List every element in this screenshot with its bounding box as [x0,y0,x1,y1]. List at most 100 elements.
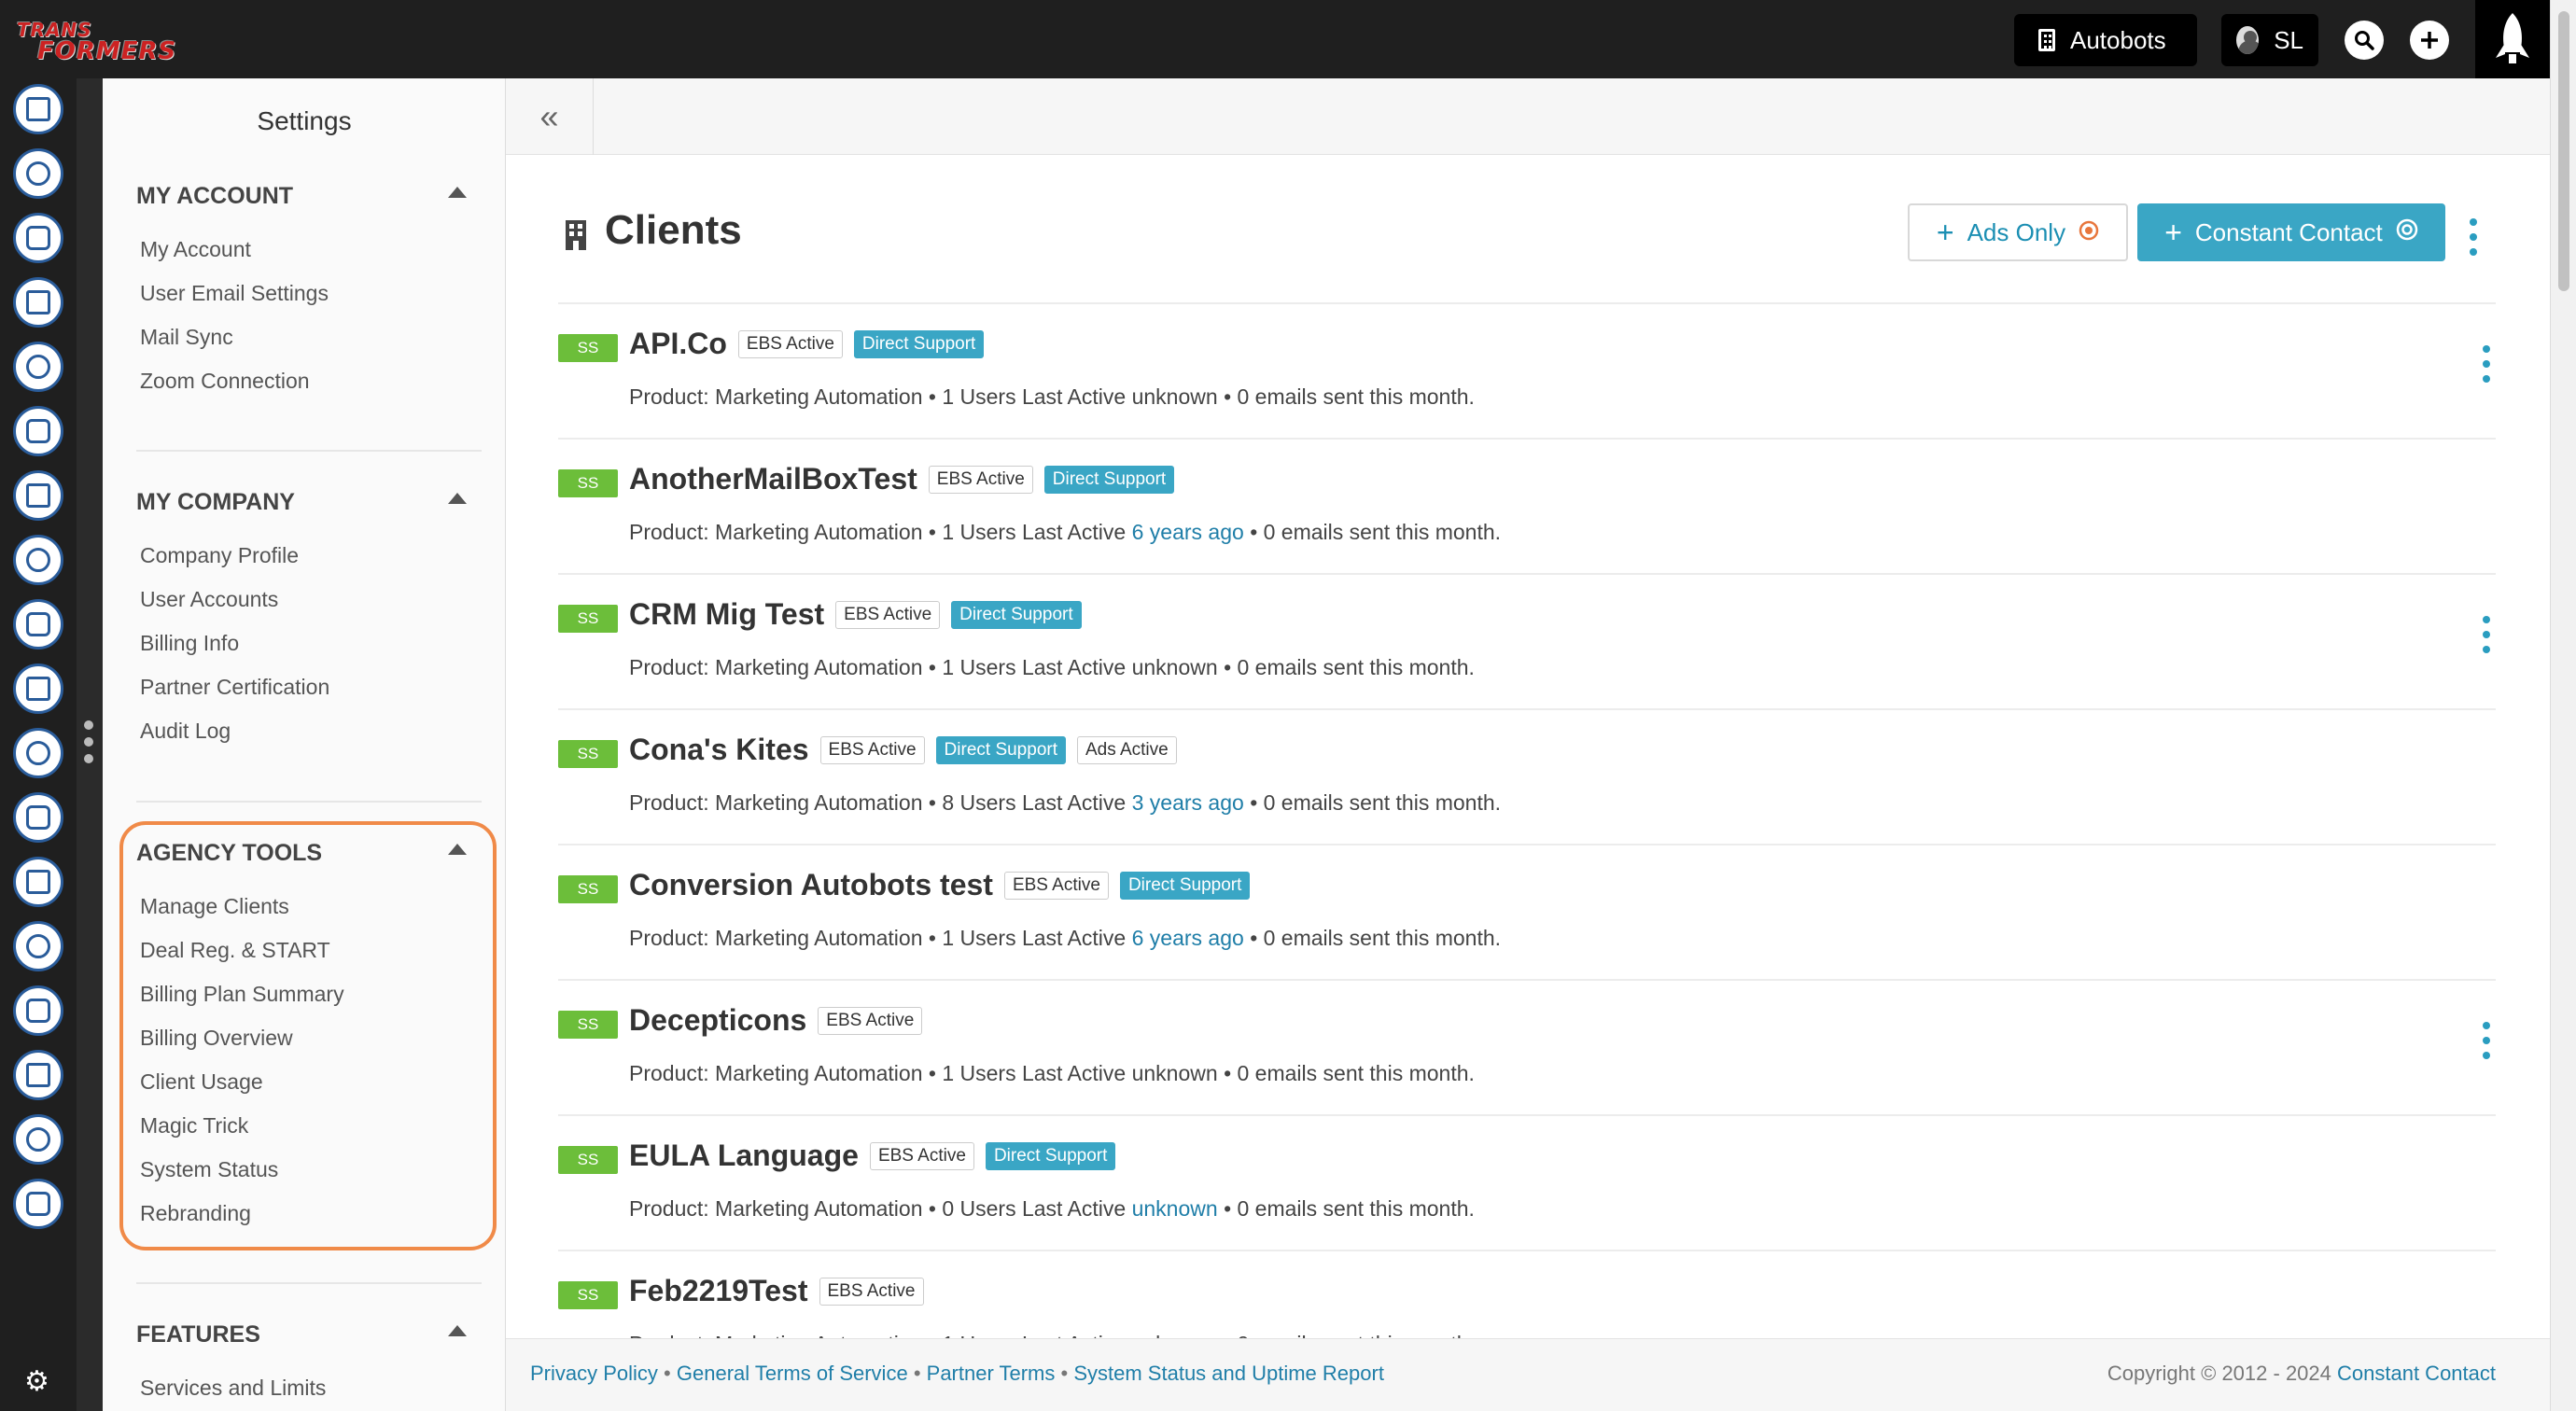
contacts-icon[interactable] [13,84,63,134]
system-status-link[interactable]: System Status and Uptime Report [1073,1362,1384,1385]
sidebar-resize-handle[interactable] [77,78,103,1411]
link-user-accounts[interactable]: User Accounts [140,587,278,612]
terms-of-service-link[interactable]: General Terms of Service [677,1362,908,1385]
calendar-icon[interactable] [13,792,63,843]
collapse-sidebar-icon[interactable]: « [506,78,594,155]
link-magic-trick[interactable]: Magic Trick [140,1113,248,1139]
client-row[interactable]: SS EULA Language EBS Active Direct Support P… [558,1114,2496,1250]
link-mail-sync[interactable]: Mail Sync [140,325,233,350]
client-name-link[interactable]: EULA Language [629,1139,859,1173]
section-features-heading[interactable]: FEATURES [136,1321,260,1348]
client-name-link[interactable]: Decepticons [629,1003,806,1038]
footer-separator: • [664,1362,671,1385]
privacy-policy-link[interactable]: Privacy Policy [530,1362,658,1385]
client-row[interactable]: SS CRM Mig Test EBS Active Direct Support Pr… [558,573,2496,708]
collapse-caret-icon[interactable] [448,187,467,198]
bar-chart-icon[interactable] [13,1114,63,1165]
row-actions-kebab-icon[interactable] [2481,345,2492,383]
client-row[interactable]: SS API.Co EBS Active Direct Support Product:… [558,302,2496,438]
collapse-caret-icon[interactable] [448,493,467,504]
last-active-value[interactable]: unknown [1132,1196,1218,1221]
client-meta-prefix: Product: Marketing Automation • 8 Users … [629,790,1127,815]
user-star-icon-glyph [26,1063,50,1087]
transformers-logo[interactable]: TRANS FORMERS [17,19,190,65]
last-active-value[interactable]: 3 years ago [1132,790,1244,815]
link-deal-reg-start[interactable]: Deal Reg. & START [140,938,330,963]
client-name-link[interactable]: Feb2219Test [629,1274,808,1308]
search-icon[interactable] [2345,21,2384,60]
link-billing-plan-summary[interactable]: Billing Plan Summary [140,982,344,1007]
last-active-value: unknown [1131,655,1218,679]
section-agency-tools-heading[interactable]: AGENCY TOOLS [136,840,322,867]
collapse-caret-icon[interactable] [448,1325,467,1336]
footer-separator: • [913,1362,921,1385]
image-icon[interactable] [13,728,63,778]
launch-rocket-icon[interactable] [2475,0,2550,78]
headset-icon[interactable] [13,985,63,1036]
client-row[interactable]: SS Conversion Autobots test EBS Active Dire… [558,844,2496,979]
link-audit-log[interactable]: Audit Log [140,719,231,744]
section-my-company-heading[interactable]: MY COMPANY [136,489,295,516]
megaphone-icon[interactable] [13,470,63,521]
email-icon[interactable] [13,148,63,199]
client-row[interactable]: SS AnotherMailBoxTest EBS Active Direct Sup… [558,438,2496,573]
footer-separator: • [1060,1362,1069,1385]
logo-line-2: FORMERS [37,37,177,65]
link-billing-info[interactable]: Billing Info [140,631,239,656]
gear-icon[interactable]: ⚙ [24,1365,49,1398]
tv-icon[interactable] [13,664,63,714]
client-meta-suffix: • 0 emails sent this month. [1250,520,1502,544]
client-name-link[interactable]: AnotherMailBoxTest [629,462,917,496]
link-rebranding[interactable]: Rebranding [140,1201,251,1226]
client-row[interactable]: SS Cona's Kites EBS Active Direct Support Ad… [558,708,2496,844]
trend-icon[interactable] [13,921,63,971]
link-partner-certification[interactable]: Partner Certification [140,675,329,700]
plug-icon-glyph [26,1192,50,1216]
row-actions-kebab-icon[interactable] [2481,616,2492,653]
handshake-icon[interactable] [13,857,63,907]
branch-icon[interactable] [13,342,63,392]
account-switcher-button[interactable]: Autobots [2014,14,2197,66]
section-my-account-heading[interactable]: MY ACCOUNT [136,183,293,210]
link-company-profile[interactable]: Company Profile [140,543,299,568]
map-icon[interactable] [13,277,63,328]
link-client-usage[interactable]: Client Usage [140,1069,263,1095]
row-actions-kebab-icon[interactable] [2481,1022,2492,1059]
client-plan-badge: SS [558,1146,618,1174]
client-name-link[interactable]: Cona's Kites [629,733,809,767]
client-name-link[interactable]: API.Co [629,327,727,361]
collapse-strip: « [506,78,2550,155]
last-active-value[interactable]: 6 years ago [1132,520,1244,544]
add-constant-contact-client-button[interactable]: + Constant Contact [2137,203,2445,261]
link-system-status[interactable]: System Status [140,1157,278,1182]
link-zoom-connection[interactable]: Zoom Connection [140,369,310,394]
collapse-caret-icon[interactable] [448,844,467,855]
constant-contact-link[interactable]: Constant Contact [2337,1362,2496,1385]
create-plus-icon[interactable] [2410,21,2449,60]
status-badge: EBS Active [1003,871,1109,900]
chat-icon[interactable] [13,535,63,585]
link-billing-overview[interactable]: Billing Overview [140,1026,293,1051]
scrollbar-thumb[interactable] [2558,11,2569,291]
page-actions-kebab-icon[interactable] [2468,218,2479,256]
page-scrollbar[interactable] [2550,0,2576,1411]
last-active-value[interactable]: 6 years ago [1132,926,1244,950]
thumbs-up-icon[interactable] [13,599,63,650]
link-my-account[interactable]: My Account [140,237,251,262]
copyright: Copyright © 2012 - 2024 Constant Contact [2107,1362,2496,1386]
partner-terms-link[interactable]: Partner Terms [927,1362,1056,1385]
list-icon[interactable] [13,406,63,456]
client-row[interactable]: SS Decepticons EBS Active Product: Marketin… [558,979,2496,1114]
add-ads-only-client-button[interactable]: + Ads Only [1908,203,2128,261]
client-name-link[interactable]: CRM Mig Test [629,597,824,632]
link-services-and-limits[interactable]: Services and Limits [140,1376,326,1401]
client-name-link[interactable]: Conversion Autobots test [629,868,993,902]
user-menu-button[interactable]: SL [2221,14,2318,66]
plug-icon[interactable] [13,1179,63,1229]
plus-icon: + [1936,215,1954,249]
avatar [2236,26,2260,54]
link-user-email-settings[interactable]: User Email Settings [140,281,329,306]
user-star-icon[interactable] [13,1050,63,1100]
link-manage-clients[interactable]: Manage Clients [140,894,289,919]
clipboard-icon[interactable] [13,213,63,263]
